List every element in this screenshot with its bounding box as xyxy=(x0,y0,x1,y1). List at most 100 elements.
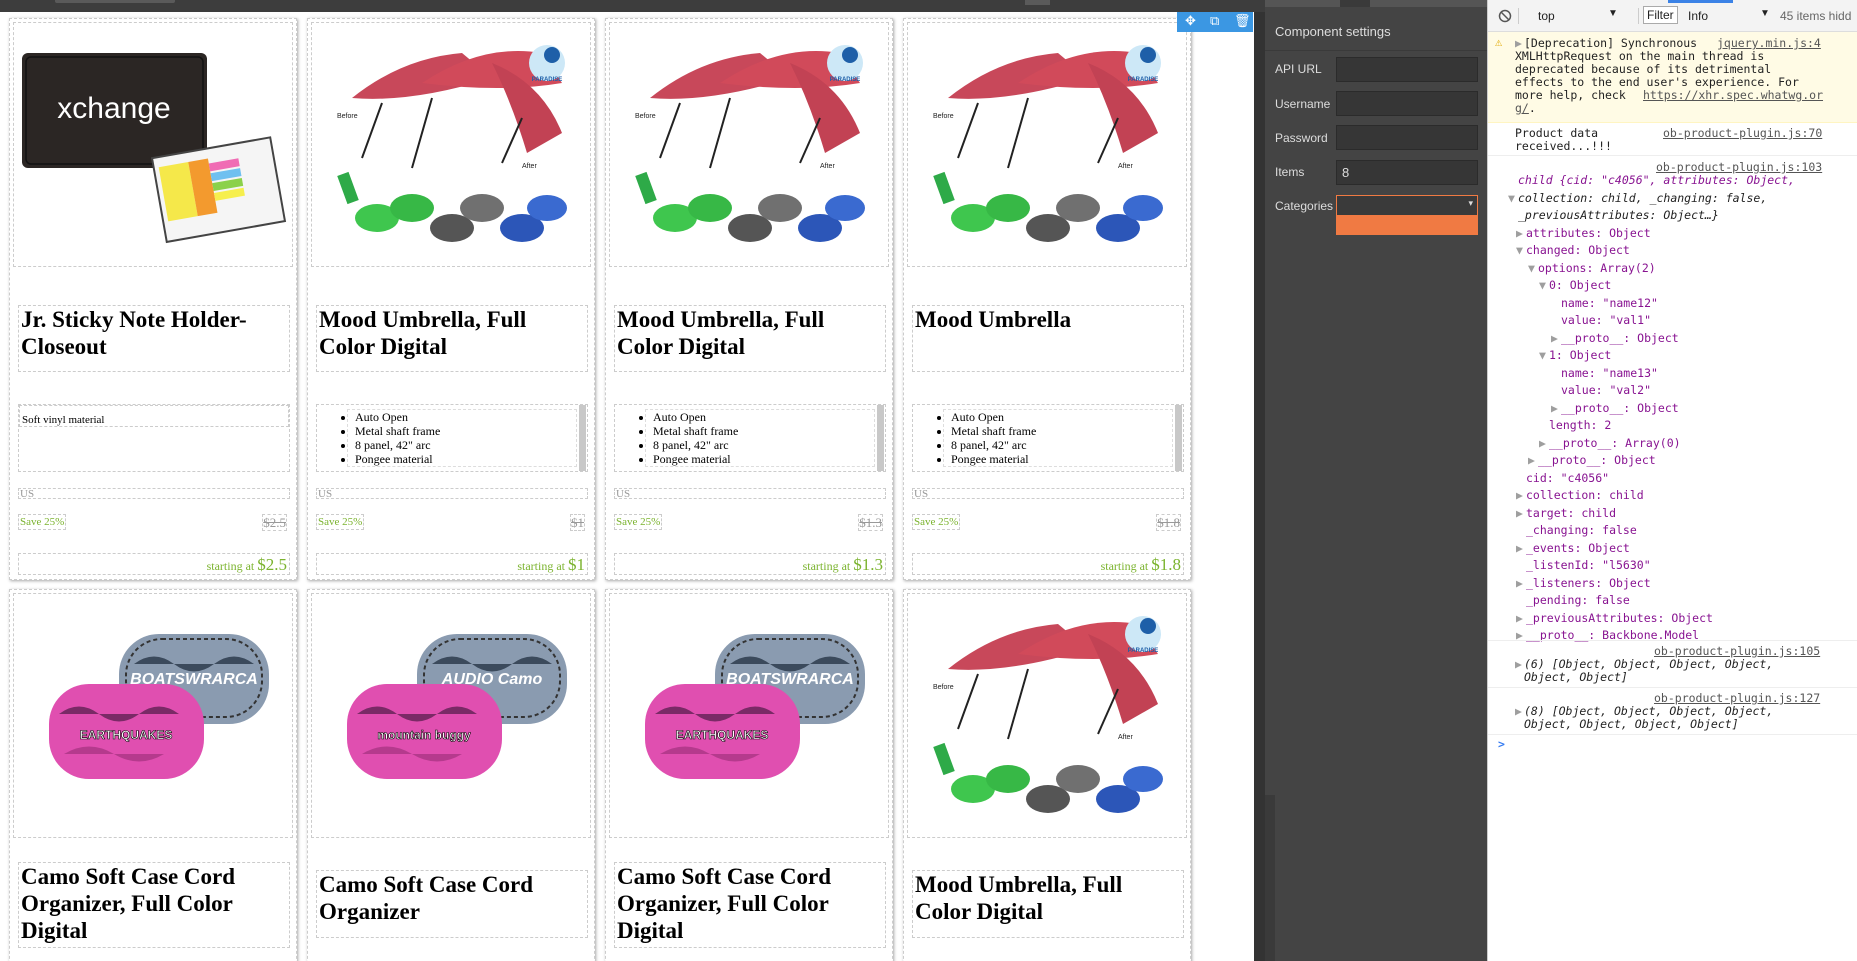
feature-bullet: Pongee material xyxy=(951,452,1172,466)
product-card[interactable]: AUDIO Camo mountain buggy Camo Soft Case… xyxy=(307,589,595,961)
dropdown-option-highlighted[interactable] xyxy=(1336,216,1478,235)
log-array: Object, Object, Object, Object] xyxy=(1524,717,1739,731)
feature-bullet: 8 panel, 42" arc xyxy=(355,438,576,452)
page-frame[interactable]: xchange Jr. Sticky Note Holder-Closeout S… xyxy=(0,12,1254,961)
product-title[interactable]: Camo Soft Case Cord Organizer xyxy=(316,870,588,938)
product-image[interactable]: PARADISE Before After xyxy=(311,22,591,267)
move-icon[interactable]: ✥ xyxy=(1185,14,1196,30)
product-image[interactable]: PARADISE Before After xyxy=(907,22,1187,267)
log-text: received...!!! xyxy=(1515,139,1612,153)
product-card[interactable]: PARADISE Before After Mood Umbrella Auto … xyxy=(903,18,1191,580)
feature-bullet: Metal shaft frame xyxy=(653,424,874,438)
description-scrollbar[interactable] xyxy=(579,405,586,471)
canvas-top-strip xyxy=(0,0,1265,12)
product-title[interactable]: Jr. Sticky Note Holder-Closeout xyxy=(18,305,290,372)
product-title[interactable]: Camo Soft Case Cord Organizer, Full Colo… xyxy=(18,862,290,948)
filter-input[interactable]: Filter xyxy=(1643,6,1678,24)
product-description[interactable]: Auto OpenMetal shaft frame8 panel, 42" a… xyxy=(316,404,588,472)
object-property[interactable]: collection: child, _changing: false, xyxy=(1518,191,1857,205)
console-prompt[interactable]: > xyxy=(1498,738,1857,751)
starting-at-label: starting at xyxy=(802,559,851,573)
object-property: _pending: false xyxy=(1526,593,1630,607)
object-property[interactable]: __proto__: Object xyxy=(1561,401,1857,415)
price-block: starting at $1.3 xyxy=(614,553,886,575)
product-image[interactable]: xchange xyxy=(13,22,293,267)
hidden-count: 45 items hidd xyxy=(1780,9,1852,23)
starting-at-label: starting at xyxy=(1100,559,1149,573)
product-image[interactable]: AUDIO Camo mountain buggy xyxy=(311,593,591,838)
categories-select[interactable]: ▾ xyxy=(1336,195,1478,216)
password-input[interactable] xyxy=(1336,125,1478,150)
object-property[interactable]: 0: Object xyxy=(1549,279,1857,292)
price-value: $2.5 xyxy=(257,555,287,574)
price-block: starting at $2.5 xyxy=(18,553,290,575)
description-scrollbar[interactable] xyxy=(877,405,884,471)
api-url-input[interactable] xyxy=(1336,57,1478,82)
product-card[interactable]: PARADISE Before After Mood Umbrella, Ful… xyxy=(307,18,595,580)
object-property[interactable]: _previousAttributes: Object xyxy=(1526,611,1857,625)
svg-text:After: After xyxy=(1118,163,1133,170)
svg-text:After: After xyxy=(522,163,537,170)
feature-bullet: Auto Open xyxy=(355,410,576,424)
product-card[interactable]: BOATSWRARCA EARTHQUAKES Camo Soft Case C… xyxy=(605,589,893,961)
items-input[interactable]: 8 xyxy=(1336,160,1478,185)
delete-icon[interactable]: 🗑 xyxy=(1234,14,1251,30)
product-image[interactable]: BOATSWRARCA EARTHQUAKES xyxy=(609,593,889,838)
product-title[interactable]: Mood Umbrella, Full Color Digital xyxy=(912,870,1184,938)
password-label: Password xyxy=(1275,131,1328,145)
items-label: Items xyxy=(1275,165,1305,179)
context-chevron-icon: ▼ xyxy=(1608,8,1618,19)
svg-text:mountain buggy: mountain buggy xyxy=(377,728,471,742)
product-title[interactable]: Mood Umbrella xyxy=(912,305,1184,372)
country-code: US xyxy=(912,488,1184,500)
copy-icon[interactable]: ⧉ xyxy=(1210,14,1219,30)
object-property[interactable]: 1: Object xyxy=(1549,349,1857,362)
object-property[interactable]: target: child xyxy=(1526,506,1857,520)
object-property: _previousAttributes: Object…} xyxy=(1518,208,1719,222)
product-card[interactable]: BOATSWRARCA EARTHQUAKES Camo Soft Case C… xyxy=(9,589,297,961)
svg-text:PARADISE: PARADISE xyxy=(830,77,861,83)
svg-text:xchange: xchange xyxy=(57,92,170,125)
warning-icon: ⚠ xyxy=(1495,35,1503,49)
product-description[interactable]: Auto OpenMetal shaft frame8 panel, 42" a… xyxy=(614,404,886,472)
level-select[interactable]: Info xyxy=(1688,9,1708,23)
object-property: name: "name12" xyxy=(1561,295,1658,310)
object-property[interactable]: _listeners: Object xyxy=(1526,576,1857,590)
context-select[interactable]: top xyxy=(1538,9,1555,23)
panel-header: Component settings xyxy=(1265,18,1487,51)
feature-bullet: Pongee material xyxy=(653,452,874,466)
product-image[interactable]: PARADISE Before After xyxy=(907,593,1187,838)
object-property[interactable]: changed: Object xyxy=(1526,244,1857,257)
product-image[interactable]: PARADISE Before After xyxy=(609,22,889,267)
product-description[interactable]: Auto OpenMetal shaft frame8 panel, 42" a… xyxy=(912,404,1184,472)
object-property[interactable]: __proto__: Object xyxy=(1538,454,1857,467)
object-property[interactable]: __proto__: Array(0) xyxy=(1549,436,1857,450)
warning-link: g/. xyxy=(1515,101,1536,115)
canvas-scrollbar[interactable] xyxy=(1254,12,1265,961)
description-scrollbar[interactable] xyxy=(1175,405,1182,471)
object-property[interactable]: _events: Object xyxy=(1526,541,1857,555)
object-property[interactable]: options: Array(2) xyxy=(1538,261,1857,275)
svg-text:After: After xyxy=(820,163,835,170)
product-title[interactable]: Mood Umbrella, Full Color Digital xyxy=(614,305,886,372)
svg-text:Before: Before xyxy=(933,684,954,691)
object-property[interactable]: collection: child xyxy=(1526,489,1857,502)
product-title[interactable]: Mood Umbrella, Full Color Digital xyxy=(316,305,588,372)
settings-panel: Component settings API URL Username Pass… xyxy=(1265,0,1487,961)
price-value: $1.8 xyxy=(1151,555,1181,574)
product-title[interactable]: Camo Soft Case Cord Organizer, Full Colo… xyxy=(614,862,886,948)
object-property: _listenId: "l5630" xyxy=(1526,558,1651,572)
product-card[interactable]: PARADISE Before After Mood Umbrella, Ful… xyxy=(903,589,1191,961)
feature-bullet: Auto Open xyxy=(653,410,874,424)
svg-text:Before: Before xyxy=(635,113,656,120)
product-description[interactable]: Soft vinyl material xyxy=(18,404,290,472)
feature-bullet: 8 panel, 42" arc xyxy=(653,438,874,452)
object-property[interactable]: attributes: Object xyxy=(1526,226,1857,240)
object-property[interactable]: __proto__: Object xyxy=(1561,331,1857,345)
object-property: cid: "c4056" xyxy=(1526,470,1610,485)
product-card[interactable]: xchange Jr. Sticky Note Holder-Closeout S… xyxy=(9,18,297,580)
username-input[interactable] xyxy=(1336,91,1478,116)
product-card[interactable]: PARADISE Before After Mood Umbrella, Ful… xyxy=(605,18,893,580)
product-image[interactable]: BOATSWRARCA EARTHQUAKES xyxy=(13,593,293,838)
clear-console-icon[interactable] xyxy=(1498,9,1512,23)
